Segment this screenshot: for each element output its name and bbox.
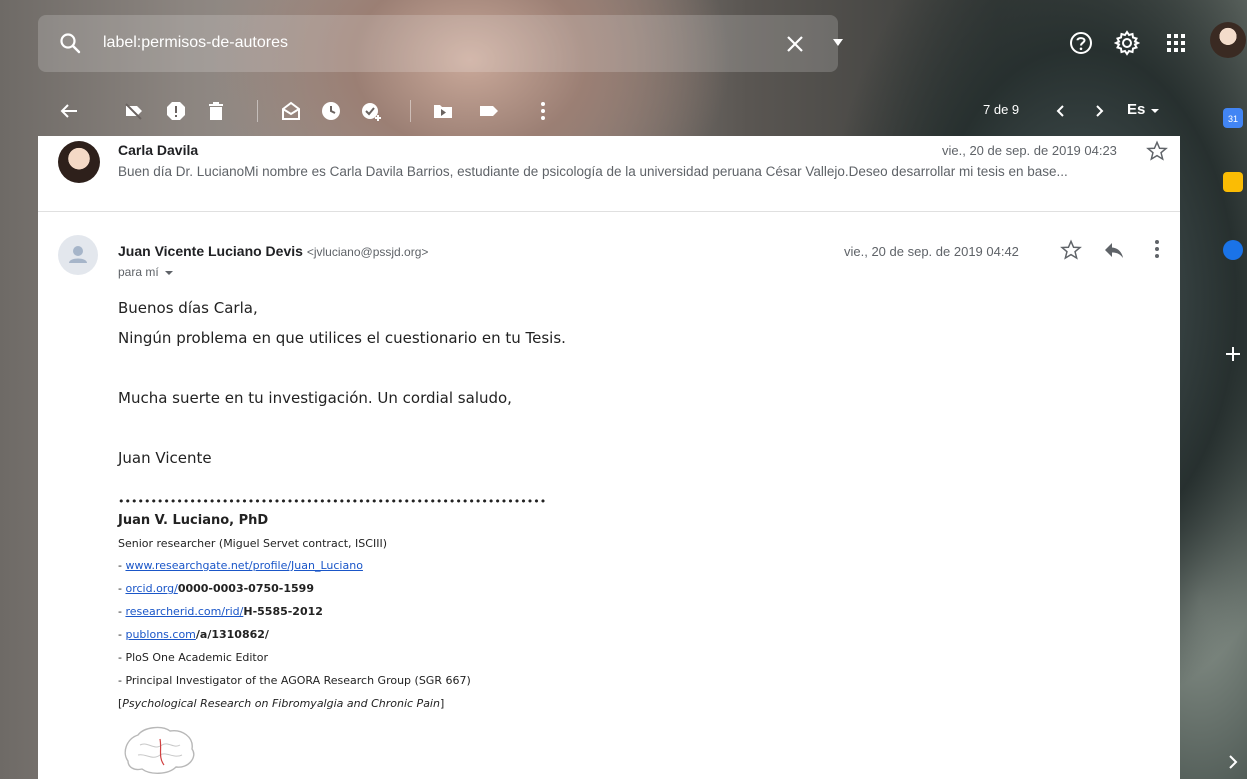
top-bar: label:permisos-de-autores xyxy=(0,0,1247,88)
input-tools-language[interactable]: Es xyxy=(1127,101,1145,118)
pagination-count: 7 de 9 xyxy=(983,102,1020,117)
apps-grid-icon[interactable] xyxy=(1163,30,1189,56)
person-icon xyxy=(69,246,87,263)
delete-icon[interactable] xyxy=(205,100,227,122)
archive-icon[interactable] xyxy=(123,100,145,122)
message-toolbar: 7 de 9 Es xyxy=(0,88,1180,136)
sender-line: Juan Vicente Luciano Devis <jvluciano@ps… xyxy=(118,243,428,259)
recipient-dropdown[interactable]: para mí xyxy=(118,265,174,279)
researcherid-link[interactable]: researcherid.com/rid/ xyxy=(125,605,243,618)
snooze-clock-icon[interactable] xyxy=(320,100,342,122)
sender-name: Juan Vicente Luciano Devis xyxy=(118,243,303,259)
add-addon-icon[interactable] xyxy=(1223,344,1243,364)
chevron-right-icon[interactable] xyxy=(1088,100,1110,122)
signature-divider: ••••••••••••••••••••••••••••••••••••••••… xyxy=(118,495,547,508)
signature-pi: - Principal Investigator of the AGORA Re… xyxy=(118,674,471,687)
side-panel-rail: 31 xyxy=(1215,88,1247,779)
more-options-icon[interactable] xyxy=(540,100,546,122)
reply-icon[interactable] xyxy=(1104,241,1124,259)
body-line: Juan Vicente xyxy=(118,449,212,467)
star-icon[interactable] xyxy=(1060,239,1082,261)
close-icon[interactable] xyxy=(783,32,807,56)
gear-icon[interactable] xyxy=(1114,30,1140,56)
back-arrow-icon[interactable] xyxy=(58,100,80,122)
body-line: Buenos días Carla, xyxy=(118,299,258,317)
signature-publons: - publons.com/a/1310862/ xyxy=(118,628,269,641)
more-vert-icon[interactable] xyxy=(1154,239,1160,259)
chevron-down-icon[interactable] xyxy=(1150,100,1160,122)
chevron-left-icon[interactable] xyxy=(1050,100,1072,122)
signature-researchgate: - www.researchgate.net/profile/Juan_Luci… xyxy=(118,559,363,572)
move-to-icon[interactable] xyxy=(432,100,454,122)
search-input[interactable]: label:permisos-de-autores xyxy=(103,34,288,52)
sender-name: Carla Davila xyxy=(118,142,199,158)
keep-icon[interactable] xyxy=(1223,172,1243,192)
star-icon[interactable] xyxy=(1146,140,1168,162)
label-icon[interactable] xyxy=(478,100,500,122)
help-icon[interactable] xyxy=(1068,30,1094,56)
tasks-icon[interactable] xyxy=(1223,240,1243,260)
mark-unread-icon[interactable] xyxy=(280,100,302,122)
researchgate-link[interactable]: www.researchgate.net/profile/Juan_Lucian… xyxy=(125,559,362,572)
account-avatar[interactable] xyxy=(1210,22,1246,58)
search-bar[interactable]: label:permisos-de-autores xyxy=(38,15,843,72)
orcid-link[interactable]: orcid.org/ xyxy=(125,582,177,595)
report-spam-icon[interactable] xyxy=(165,100,187,122)
publons-link[interactable]: publons.com xyxy=(125,628,195,641)
signature-researcherid: - researcherid.com/rid/H-5585-2012 xyxy=(118,605,323,618)
message-date: vie., 20 de sep. de 2019 04:23 xyxy=(942,143,1117,158)
message-pane: Carla Davila vie., 20 de sep. de 2019 04… xyxy=(38,136,1180,779)
sender-email: <jvluciano@pssjd.org> xyxy=(306,245,429,259)
body-line: Ningún problema en que utilices el cuest… xyxy=(118,329,566,347)
add-task-icon[interactable] xyxy=(360,100,382,122)
search-options-icon[interactable] xyxy=(833,39,843,47)
brain-logo-image xyxy=(124,726,195,774)
search-icon[interactable] xyxy=(58,31,82,55)
message-date: vie., 20 de sep. de 2019 04:42 xyxy=(844,244,1019,259)
body-line: Mucha suerte en tu investigación. Un cor… xyxy=(118,389,512,407)
chevron-right-icon[interactable] xyxy=(1223,752,1243,772)
recipient-label: para mí xyxy=(118,265,159,279)
signature-research: [Psychological Research on Fibromyalgia … xyxy=(118,697,445,710)
collapsed-message[interactable]: Carla Davila vie., 20 de sep. de 2019 04… xyxy=(38,136,1180,212)
avatar xyxy=(58,235,98,275)
chevron-down-icon[interactable] xyxy=(165,270,174,276)
signature-name: Juan V. Luciano, PhD xyxy=(118,513,269,528)
expanded-message: Juan Vicente Luciano Devis <jvluciano@ps… xyxy=(38,213,1180,779)
signature-plos: - PloS One Academic Editor xyxy=(118,651,268,664)
avatar xyxy=(58,141,100,183)
signature-role: Senior researcher (Miguel Servet contrac… xyxy=(118,537,387,550)
message-snippet: Buen día Dr. LucianoMi nombre es Carla D… xyxy=(118,164,1068,179)
toolbar-divider xyxy=(410,100,411,122)
calendar-icon[interactable]: 31 xyxy=(1223,108,1243,128)
toolbar-divider xyxy=(257,100,258,122)
signature-orcid: - orcid.org/0000-0003-0750-1599 xyxy=(118,582,314,595)
